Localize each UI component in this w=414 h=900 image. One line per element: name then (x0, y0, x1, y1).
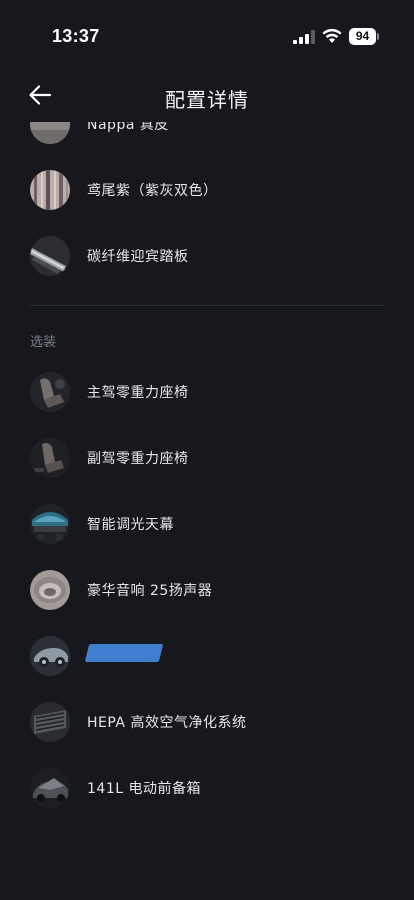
config-list[interactable]: Nappa 真皮 鸢尾紫（紫灰双色） 碳纤维迎宾踏板 选装 主驾零重力座椅 副驾… (0, 122, 414, 900)
list-item[interactable]: 碳纤维迎宾踏板 (30, 236, 390, 280)
battery-indicator: 94 (349, 28, 376, 45)
front-trunk-thumbnail (30, 768, 70, 808)
item-label: Nappa 真皮 (87, 122, 169, 133)
page-title: 配置详情 (165, 88, 249, 112)
door-sill-plate-thumbnail (30, 236, 70, 276)
redaction-mark (84, 644, 164, 662)
status-bar: 13:37 94 (0, 0, 414, 70)
item-label: 豪华音响 25扬声器 (87, 583, 213, 599)
item-label: 鸢尾紫（紫灰双色） (87, 183, 218, 199)
list-item[interactable]: HEPA 高效空气净化系统 (30, 702, 390, 746)
list-item[interactable]: 主驾零重力座椅 (30, 372, 390, 416)
item-label: 副驾零重力座椅 (87, 451, 189, 467)
leather-swatch-thumbnail (30, 122, 70, 144)
speaker-thumbnail (30, 570, 70, 610)
panoramic-roof-thumbnail (30, 504, 70, 544)
item-label: HEPA 高效空气净化系统 (87, 715, 247, 731)
list-item[interactable]: 超 阶 (30, 636, 390, 680)
list-item[interactable]: 副驾零重力座椅 (30, 438, 390, 482)
status-time: 13:37 (52, 26, 100, 46)
section-divider (30, 305, 384, 306)
interior-color-swatch-thumbnail (30, 170, 70, 210)
wifi-icon (322, 28, 342, 43)
air-filter-thumbnail (30, 702, 70, 742)
section-header-optional: 选装 (30, 335, 57, 350)
item-label: 主驾零重力座椅 (87, 385, 189, 401)
item-label: 碳纤维迎宾踏板 (87, 249, 189, 265)
passenger-seat-thumbnail (30, 438, 70, 478)
list-item[interactable]: Nappa 真皮 (30, 122, 390, 148)
nav-bar: 配置详情 (0, 70, 414, 122)
list-item[interactable]: 豪华音响 25扬声器 (30, 570, 390, 614)
item-label: 141L 电动前备箱 (87, 781, 201, 797)
list-item[interactable]: 智能调光天幕 (30, 504, 390, 548)
list-item[interactable]: 141L 电动前备箱 (30, 768, 390, 812)
car-wheel-thumbnail (30, 636, 70, 676)
driver-seat-thumbnail (30, 372, 70, 412)
cellular-signal-icon (293, 30, 315, 44)
battery-tip (377, 33, 379, 40)
item-label: 智能调光天幕 (87, 517, 174, 533)
list-item[interactable]: 鸢尾紫（紫灰双色） (30, 170, 390, 214)
